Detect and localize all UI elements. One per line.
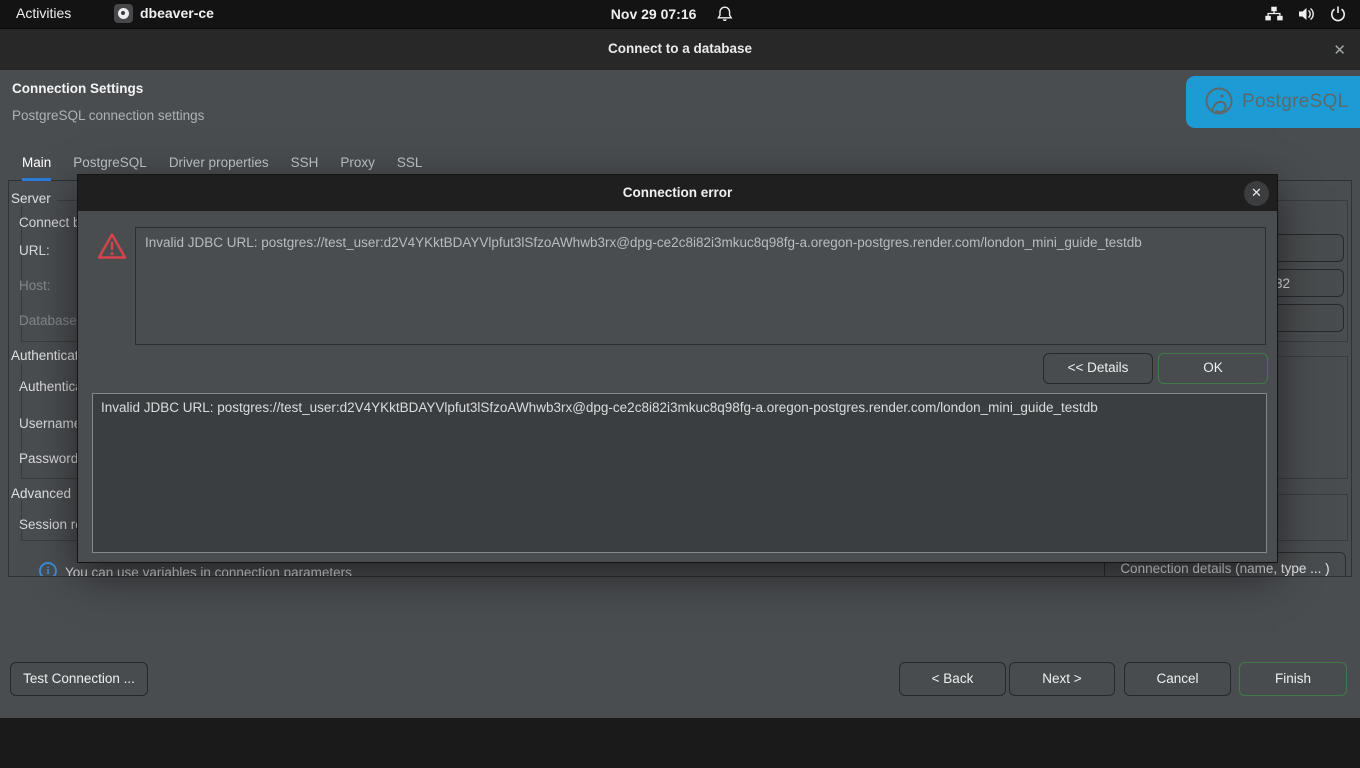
postgresql-logo-text: PostgreSQL [1242, 91, 1349, 113]
clock-label: Nov 29 07:16 [611, 6, 697, 22]
test-connection-button[interactable]: Test Connection ... [10, 662, 148, 696]
warning-icon [97, 232, 127, 260]
volume-icon [1296, 4, 1316, 24]
system-top-bar: Activities dbeaver-ce Nov 29 07:16 [0, 0, 1360, 28]
page-subtitle: PostgreSQL connection settings [12, 108, 204, 123]
advanced-group-title: Advanced [11, 486, 77, 501]
bell-icon [714, 4, 734, 24]
password-label: Password: [19, 451, 82, 466]
server-group-title: Server [11, 191, 57, 206]
error-dialog-title-bar: Connection error [78, 175, 1277, 211]
dock: A ? >_ +− == [0, 718, 1360, 768]
dialog-close-button[interactable]: ✕ [1333, 41, 1346, 59]
cancel-button[interactable]: Cancel [1124, 662, 1231, 696]
postgresql-logo-badge: PostgreSQL [1186, 76, 1360, 128]
power-icon [1328, 4, 1348, 24]
tab-main[interactable]: Main [22, 150, 51, 181]
dialog-title-bar: Connect to a database ✕ [0, 28, 1360, 70]
clock-group[interactable]: Nov 29 07:16 [611, 0, 735, 28]
username-label: Username: [19, 416, 85, 431]
variables-info-text: You can use variables in connection para… [65, 565, 352, 577]
error-details-textarea[interactable]: Invalid JDBC URL: postgres://test_user:d… [92, 393, 1267, 553]
dialog-title: Connect to a database [0, 41, 1360, 56]
dbeaver-app-icon[interactable] [114, 4, 133, 23]
page-title: Connection Settings [12, 81, 143, 96]
error-dialog-close-button[interactable]: ✕ [1244, 181, 1269, 206]
network-icon [1264, 4, 1284, 24]
beaver-glyph [118, 8, 129, 19]
url-label: URL: [19, 243, 50, 258]
host-label: Host: [19, 278, 51, 293]
back-button[interactable]: < Back [899, 662, 1006, 696]
activities-button[interactable]: Activities [16, 5, 71, 21]
next-button[interactable]: Next > [1009, 662, 1115, 696]
error-message-box: Invalid JDBC URL: postgres://test_user:d… [135, 227, 1266, 345]
info-icon: i [39, 562, 57, 577]
system-tray[interactable] [1264, 4, 1348, 24]
focused-app-name[interactable]: dbeaver-ce [140, 5, 214, 21]
connection-error-dialog: Connection error ✕ Invalid JDBC URL: pos… [78, 175, 1277, 562]
postgresql-elephant-icon [1200, 83, 1238, 121]
ok-button[interactable]: OK [1158, 353, 1268, 384]
finish-button[interactable]: Finish [1239, 662, 1347, 696]
details-toggle-button[interactable]: << Details [1043, 353, 1153, 384]
error-dialog-title: Connection error [78, 185, 1277, 200]
database-label: Database: [19, 313, 81, 328]
